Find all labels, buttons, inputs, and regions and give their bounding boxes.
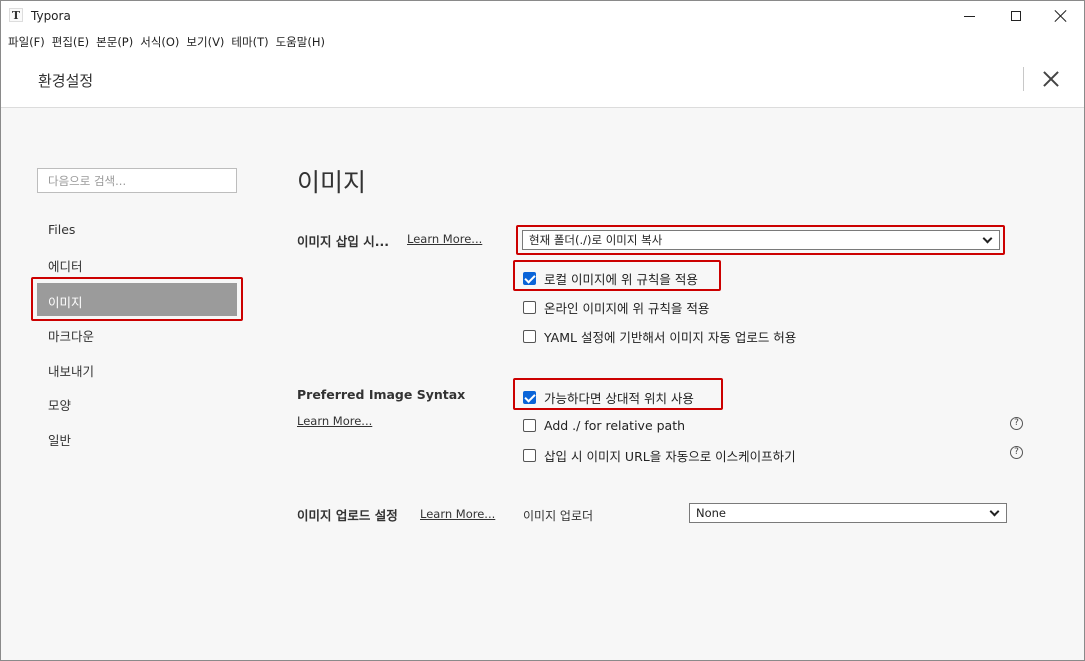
menu-paragraph[interactable]: 본문(P): [95, 31, 139, 53]
maximize-button[interactable]: [993, 1, 1039, 31]
typora-app-icon: T: [9, 8, 23, 22]
checkbox-checked-icon[interactable]: [523, 391, 536, 404]
preferences-title: 환경설정: [38, 72, 94, 90]
preferences-search-input[interactable]: [37, 168, 237, 193]
checkbox-icon[interactable]: [523, 301, 536, 314]
sidebar-item-appearance[interactable]: 모양: [37, 386, 237, 419]
chevron-down-icon: [989, 506, 1000, 516]
option-relative-path[interactable]: 가능하다면 상대적 위치 사용: [523, 388, 694, 407]
header-divider: [1023, 67, 1024, 91]
upload-settings-label: 이미지 업로드 설정: [297, 508, 398, 523]
menu-file[interactable]: 파일(F): [7, 31, 51, 53]
menu-view[interactable]: 보기(V): [185, 31, 230, 53]
menu-help[interactable]: 도움말(H): [275, 31, 331, 53]
help-icon[interactable]: ?: [1010, 446, 1023, 459]
insert-action-select[interactable]: 현재 폴더(./)로 이미지 복사: [522, 230, 1000, 250]
chevron-down-icon: [982, 233, 993, 243]
insert-action-value: 현재 폴더(./)로 이미지 복사: [529, 233, 663, 247]
syntax-label: Preferred Image Syntax: [297, 387, 466, 402]
maximize-icon: [1011, 11, 1021, 21]
menu-edit[interactable]: 편집(E): [51, 31, 95, 53]
help-icon[interactable]: ?: [1010, 417, 1023, 430]
checkbox-icon[interactable]: [523, 419, 536, 432]
uploader-select[interactable]: None: [689, 503, 1007, 523]
minimize-icon: [963, 15, 975, 17]
syntax-learn-more-link[interactable]: Learn More...: [297, 414, 372, 428]
sidebar-item-markdown[interactable]: 마크다운: [37, 317, 237, 350]
option-apply-local[interactable]: 로컬 이미지에 위 규칙을 적용: [523, 269, 698, 288]
checkbox-checked-icon[interactable]: [523, 272, 536, 285]
menu-format[interactable]: 서식(O): [139, 31, 185, 53]
option-apply-online-label: 온라인 이미지에 위 규칙을 적용: [544, 301, 710, 316]
option-add-dot-slash[interactable]: Add ./ for relative path: [523, 418, 685, 433]
option-apply-local-label: 로컬 이미지에 위 규칙을 적용: [544, 272, 698, 287]
uploader-label: 이미지 업로더: [523, 509, 594, 523]
option-yaml-upload-label: YAML 설정에 기반해서 이미지 자동 업로드 허용: [544, 330, 797, 345]
sidebar-item-image[interactable]: 이미지: [37, 283, 237, 316]
checkbox-icon[interactable]: [523, 449, 536, 462]
menu-bar: 파일(F) 편집(E) 본문(P) 서식(O) 보기(V) 테마(T) 도움말(…: [1, 31, 1084, 53]
option-add-dot-slash-label: Add ./ for relative path: [544, 418, 686, 433]
title-bar: T Typora: [1, 1, 1084, 31]
option-yaml-upload[interactable]: YAML 설정에 기반해서 이미지 자동 업로드 허용: [523, 327, 796, 346]
preferences-header: 환경설정: [1, 53, 1084, 108]
sidebar-item-general[interactable]: 일반: [37, 421, 237, 454]
sidebar-item-files[interactable]: Files: [37, 213, 237, 246]
option-escape-url-label: 삽입 시 이미지 URL을 자동으로 이스케이프하기: [544, 449, 796, 464]
checkbox-icon[interactable]: [523, 330, 536, 343]
option-apply-online[interactable]: 온라인 이미지에 위 규칙을 적용: [523, 298, 709, 317]
minimize-button[interactable]: [946, 1, 992, 31]
menu-theme[interactable]: 테마(T): [230, 31, 274, 53]
insert-image-label: 이미지 삽입 시...: [297, 234, 389, 249]
sidebar-item-export[interactable]: 내보내기: [37, 352, 237, 385]
typora-window: T Typora 파일(F) 편집(E) 본문(P) 서식(O) 보기(V) 테…: [0, 0, 1085, 661]
close-icon: [1055, 10, 1067, 22]
upload-learn-more-link[interactable]: Learn More...: [420, 507, 495, 521]
insert-learn-more-link[interactable]: Learn More...: [407, 232, 482, 246]
uploader-value: None: [696, 506, 727, 520]
sidebar-item-editor[interactable]: 에디터: [37, 247, 237, 280]
option-relative-path-label: 가능하다면 상대적 위치 사용: [544, 391, 694, 406]
window-close-button[interactable]: [1038, 1, 1084, 31]
section-title: 이미지: [297, 168, 367, 197]
window-title: Typora: [31, 9, 71, 23]
option-escape-url[interactable]: 삽입 시 이미지 URL을 자동으로 이스케이프하기: [523, 446, 796, 465]
preferences-close-icon[interactable]: [1039, 67, 1063, 91]
